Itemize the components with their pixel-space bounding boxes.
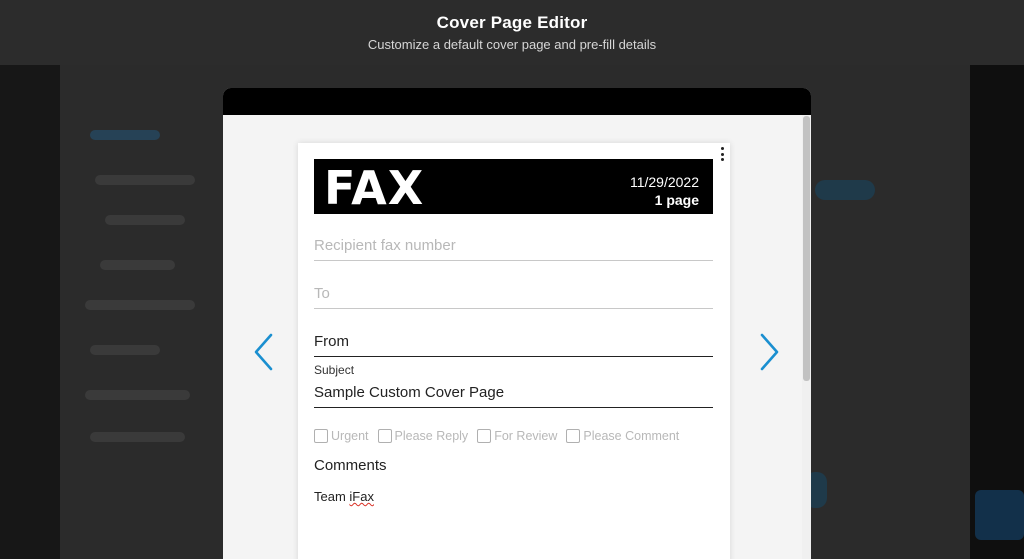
background-blur [85, 390, 190, 400]
checkbox-urgent[interactable]: Urgent [314, 429, 369, 443]
comments-label: Comments [314, 457, 387, 474]
comments-textarea[interactable]: Team iFax [314, 489, 374, 504]
checkbox-label: Please Reply [394, 429, 469, 443]
fax-banner: FAX 11/29/2022 1 page [314, 159, 713, 215]
cover-page: FAX 11/29/2022 1 page Recipient fax numb… [298, 143, 730, 559]
checkbox-group: Urgent Please Reply For Review Please Co… [314, 427, 719, 445]
background-blur [90, 345, 160, 355]
recipient-fax-input[interactable]: Recipient fax number [314, 237, 713, 261]
background-blur [975, 490, 1024, 540]
to-input[interactable]: To [314, 285, 713, 309]
comments-text-misspelled: iFax [349, 489, 374, 504]
background-blur [90, 130, 160, 140]
background-blur [85, 300, 195, 310]
fax-title: FAX [324, 161, 425, 215]
scrollbar-thumb[interactable] [803, 116, 810, 381]
background-blur [90, 432, 185, 442]
page-title: Cover Page Editor [436, 13, 588, 32]
background-blur [105, 215, 185, 225]
from-input[interactable]: From [314, 333, 713, 357]
background-right-column [970, 0, 1024, 559]
checkbox-label: Urgent [331, 429, 369, 443]
background-blur [95, 175, 195, 185]
checkbox-box[interactable] [477, 429, 492, 443]
subject-label: Subject [314, 363, 355, 377]
checkbox-please-reply[interactable]: Please Reply [377, 429, 469, 443]
modal-top-bar [223, 88, 811, 115]
fax-date: 11/29/2022 [629, 174, 699, 190]
chevron-right-icon[interactable] [757, 333, 781, 371]
kebab-menu-icon[interactable] [719, 147, 725, 161]
checkbox-box[interactable] [566, 429, 581, 443]
page-subtitle: Customize a default cover page and pre-f… [367, 37, 657, 52]
editor-header: Cover Page Editor Customize a default co… [0, 0, 1024, 65]
checkbox-box[interactable] [377, 429, 392, 443]
subject-input[interactable]: Sample Custom Cover Page [314, 384, 713, 408]
checkbox-box[interactable] [314, 429, 328, 443]
fax-page-count: 1 page [654, 192, 699, 208]
editor-modal: FAX 11/29/2022 1 page Recipient fax numb… [223, 88, 811, 559]
checkbox-for-review[interactable]: For Review [477, 429, 557, 443]
chevron-left-icon[interactable] [252, 333, 276, 371]
background-blur [815, 180, 875, 200]
comments-text: Team [314, 489, 350, 504]
checkbox-label: For Review [494, 429, 558, 443]
checkbox-please-comment[interactable]: Please Comment [566, 429, 679, 443]
checkbox-label: Please Comment [583, 429, 680, 443]
background-blur [100, 260, 175, 270]
